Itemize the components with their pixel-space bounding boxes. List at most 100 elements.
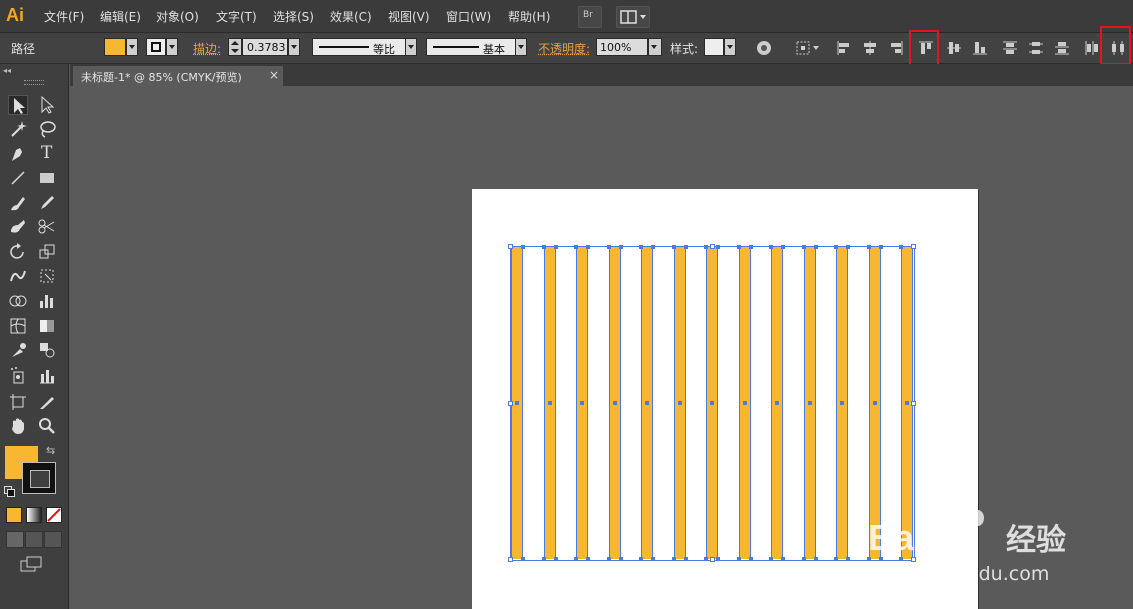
bounding-box-handle[interactable] [709,556,715,562]
workspace-switcher-button[interactable] [616,6,650,28]
stroke-weight-dropdown[interactable] [288,38,300,56]
brush-definition[interactable]: 基本 [426,38,516,56]
graph-tool-icon[interactable] [37,291,57,311]
stroke-weight-input[interactable]: 0.3783 [242,38,288,56]
pen-tool-icon[interactable] [8,144,28,164]
horizontal-distribute-left-icon[interactable] [1083,39,1101,57]
style-label: 样式: [670,42,699,56]
watermark-brand: Baidu [868,517,968,558]
highlight-vertical-align-top [909,30,939,66]
draw-inside-button[interactable] [44,531,62,548]
bounding-box-handle[interactable] [910,243,916,249]
stroke-swatch-large[interactable] [22,462,56,494]
vertical-distribute-center-icon[interactable] [1027,39,1045,57]
bounding-box-handle[interactable] [507,556,513,562]
vertical-distribute-top-icon[interactable] [1001,39,1019,57]
bounding-box-handle[interactable] [507,400,513,406]
bounding-box-handle[interactable] [709,243,715,249]
eyedropper-tool-icon[interactable] [8,340,28,360]
profile-dropdown[interactable] [405,38,417,56]
type-tool-glyph: T [41,143,53,163]
horizontal-align-left-icon[interactable] [835,39,853,57]
drawing-modes [6,531,62,548]
panel-collapse-button[interactable]: ◂◂ [3,66,11,75]
graphic-style-swatch[interactable] [704,38,724,56]
panel-grip[interactable] [24,80,44,85]
stroke-color-swatch[interactable] [146,38,166,56]
stroke-weight-stepper[interactable] [228,38,242,56]
bounding-box-handle[interactable] [910,400,916,406]
artboard-tool-icon[interactable] [8,392,28,412]
stroke-label[interactable]: 描边: [193,40,221,57]
highlight-horizontal-distribute-center [1100,26,1131,65]
variable-width-profile[interactable]: 等比 [312,38,406,56]
shape-builder-tool-icon[interactable] [8,291,28,311]
slice-tool-icon[interactable] [37,392,57,412]
brush-dropdown[interactable] [515,38,527,56]
document-tab-title: 未标题-1* @ 85% (CMYK/预览) [81,71,242,84]
menu-item[interactable]: 选择(S) [273,8,314,25]
close-tab-icon[interactable]: × [269,68,279,82]
draw-normal-button[interactable] [6,531,24,548]
menu-item[interactable]: 窗口(W) [446,8,491,25]
brush-label: 基本 [483,43,505,56]
vertical-align-bottom-icon[interactable] [971,39,989,57]
horizontal-align-center-icon[interactable] [861,39,879,57]
fill-color-swatch[interactable] [104,38,126,56]
column-graph-tool-icon[interactable] [37,366,57,386]
free-transform-tool-icon[interactable] [37,266,57,286]
gradient-tool-icon[interactable] [37,316,57,336]
align-to-selection-icon[interactable] [795,39,823,57]
vertical-distribute-bottom-icon[interactable] [1053,39,1071,57]
swap-colors-icon[interactable]: ⇆ [46,444,58,457]
selection-tool-icon[interactable] [8,95,28,115]
workspace-layout-icon [620,10,646,24]
gradient-mode-button[interactable] [26,507,42,523]
menu-item[interactable]: 文字(T) [216,8,257,25]
profile-label: 等比 [373,43,395,56]
pencil-tool-icon[interactable] [37,193,57,213]
opacity-label[interactable]: 不透明度: [538,40,590,57]
rotate-tool-icon[interactable] [8,242,28,262]
menu-item[interactable]: 文件(F) [44,8,84,25]
recolor-artwork-icon[interactable] [755,39,773,57]
style-dropdown[interactable] [724,38,736,56]
bounding-box-handle[interactable] [507,243,513,249]
stroke-dropdown[interactable] [166,38,178,56]
screen-mode-icon[interactable] [20,556,44,572]
menu-item[interactable]: 视图(V) [388,8,430,25]
menu-item[interactable]: 编辑(E) [100,8,141,25]
warp-tool-icon[interactable] [8,266,28,286]
scale-tool-icon[interactable] [37,242,57,262]
horizontal-align-right-icon[interactable] [887,39,905,57]
draw-behind-button[interactable] [25,531,43,548]
app-logo: Ai [6,5,24,25]
magic-wand-tool-icon[interactable] [8,119,28,139]
lasso-tool-icon[interactable] [37,119,57,139]
zoom-tool-icon[interactable] [37,416,57,436]
menu-item[interactable]: 对象(O) [156,8,199,25]
paintbrush-tool-icon[interactable] [8,193,28,213]
color-mode-button[interactable] [6,507,22,523]
stepper-arrows-icon [231,41,239,53]
opacity-input[interactable]: 100% [596,38,648,56]
opacity-dropdown[interactable] [648,38,662,56]
bridge-button[interactable]: Br [578,6,602,28]
blend-tool-icon[interactable] [37,340,57,360]
rectangle-tool-icon[interactable] [37,168,57,188]
line-segment-tool-icon[interactable] [8,168,28,188]
scissors-tool-icon[interactable] [37,217,57,237]
direct-selection-tool-icon[interactable] [37,95,57,115]
hand-tool-icon[interactable] [8,416,28,436]
document-tab[interactable]: 未标题-1* @ 85% (CMYK/预览) × [73,66,283,86]
type-tool-icon[interactable]: T [37,143,57,164]
blob-brush-tool-icon[interactable] [8,217,28,237]
none-mode-icon[interactable] [46,507,62,523]
symbol-sprayer-tool-icon[interactable] [8,366,28,386]
mesh-tool-icon[interactable] [8,316,28,336]
default-colors-icon[interactable] [4,486,15,497]
vertical-align-center-icon[interactable] [945,39,963,57]
menu-item[interactable]: 帮助(H) [508,8,550,25]
menu-item[interactable]: 效果(C) [330,8,372,25]
fill-dropdown[interactable] [126,38,138,56]
